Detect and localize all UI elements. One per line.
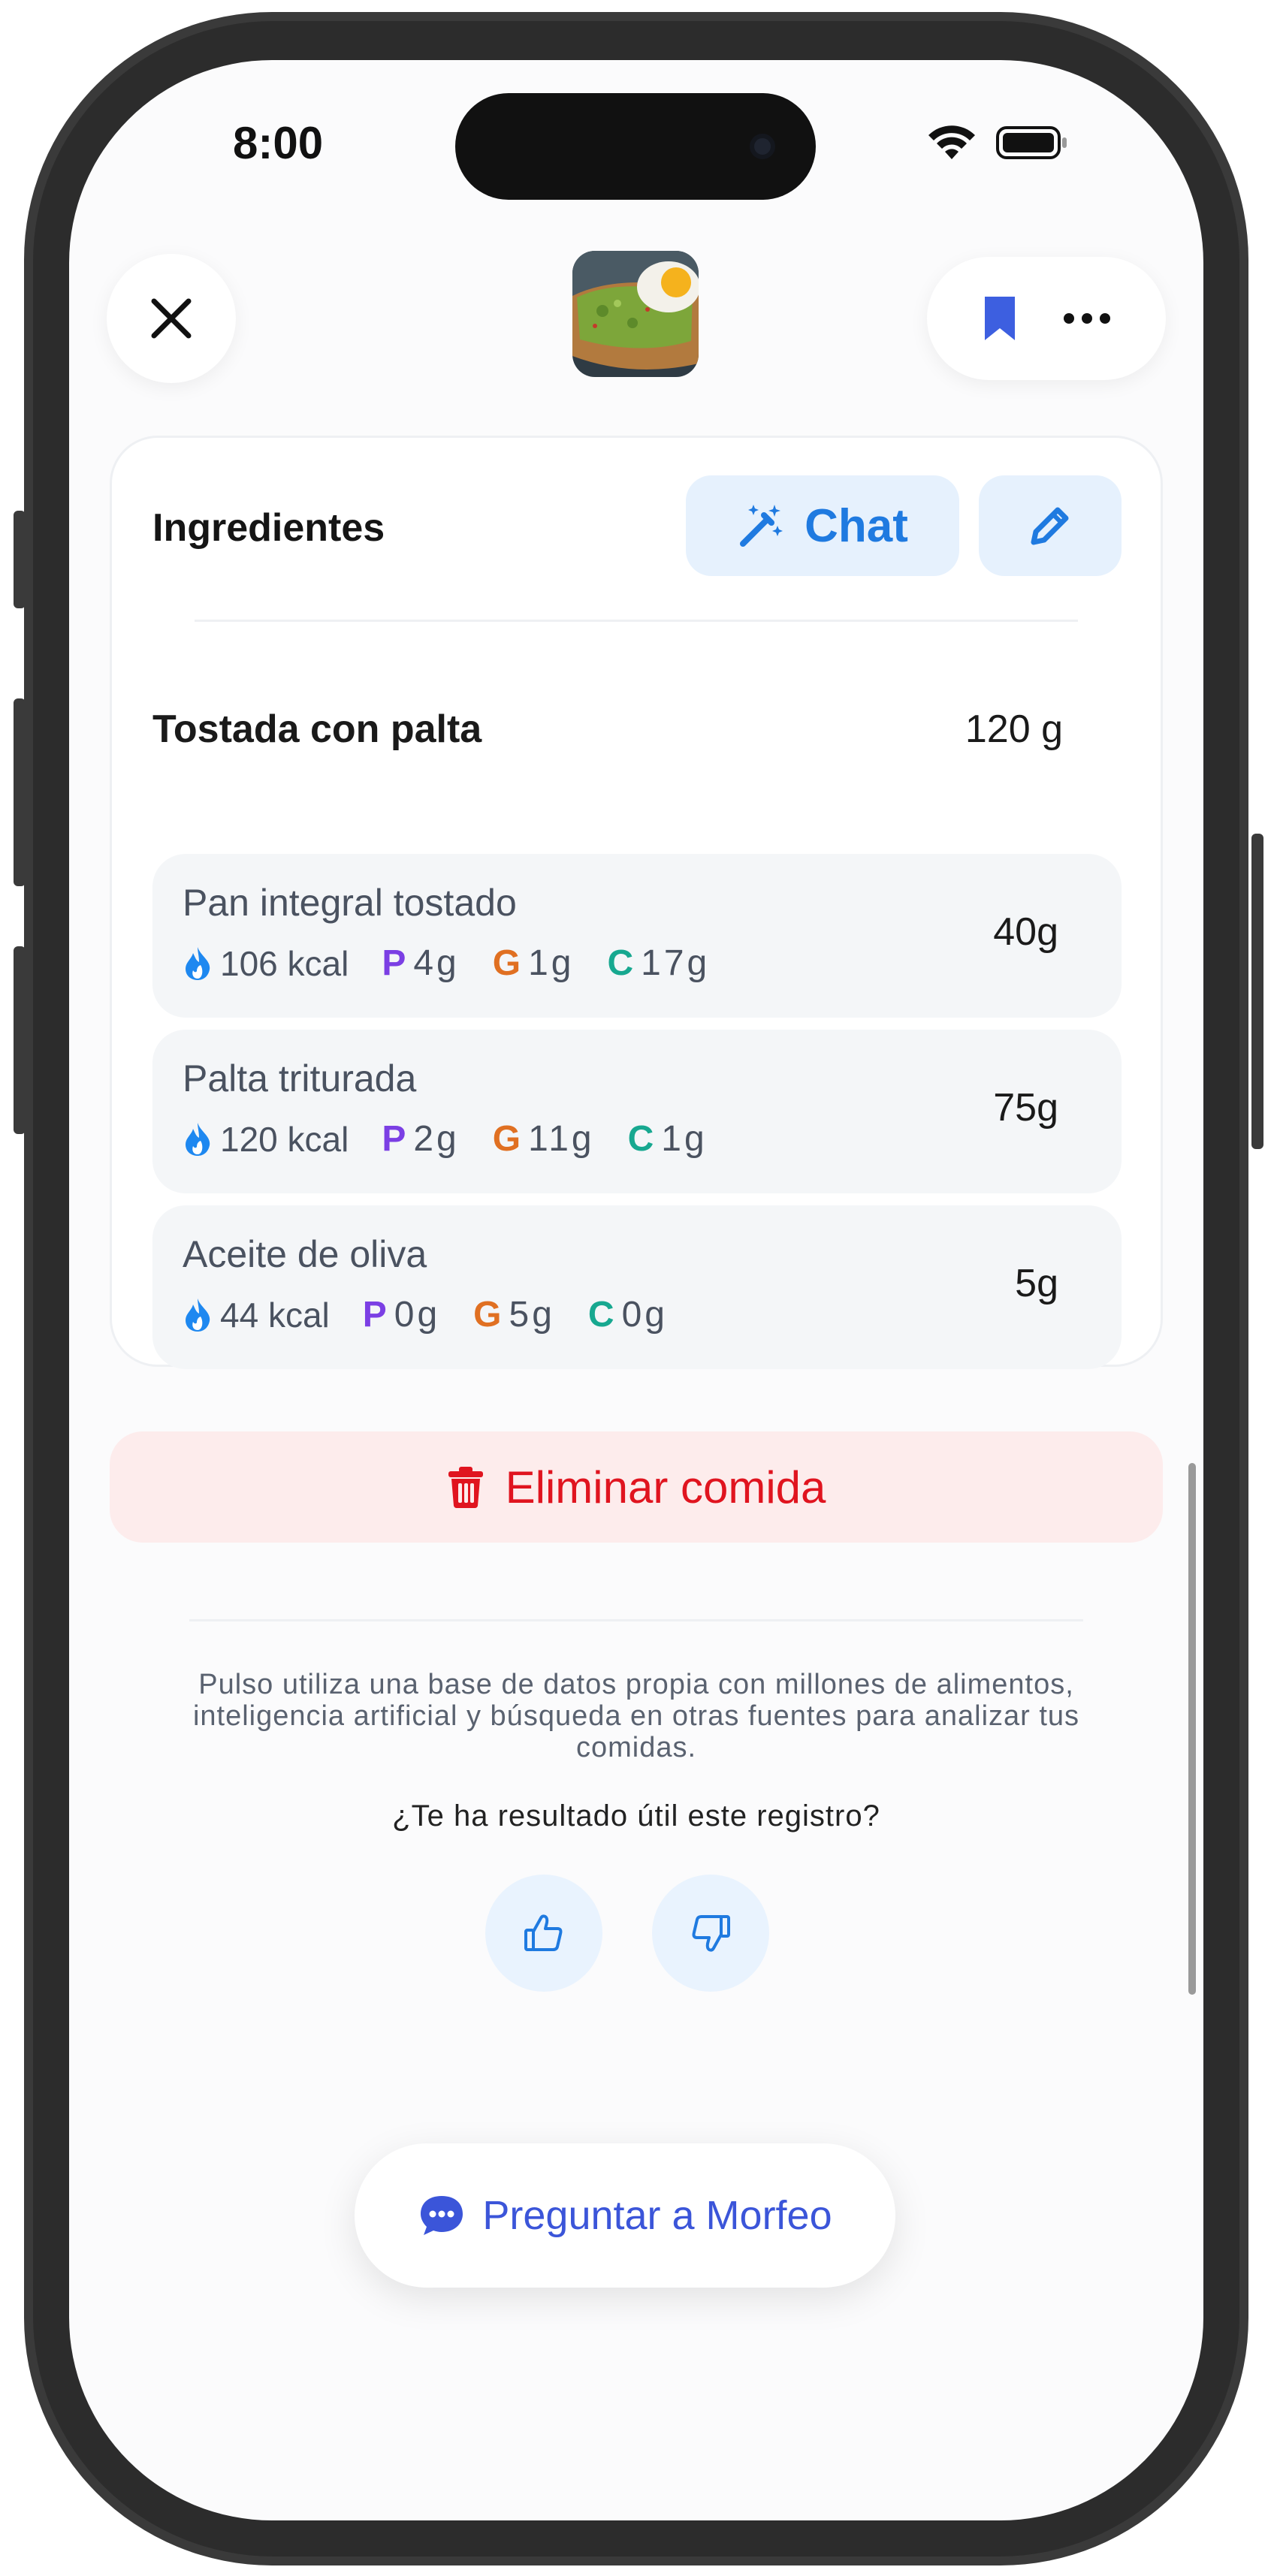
protein-letter: P — [382, 1119, 406, 1159]
disclaimer-text: Pulso utiliza una base de datos propia c… — [192, 1669, 1080, 1763]
camera-icon — [750, 134, 775, 159]
delete-meal-button[interactable]: Eliminar comida — [110, 1431, 1163, 1543]
scrollbar[interactable] — [1188, 1463, 1196, 1995]
fat-value: 5g — [509, 1295, 555, 1335]
fat-letter: G — [492, 943, 521, 983]
flame-icon — [186, 1298, 210, 1332]
recipe-group-weight: 120 g — [965, 707, 1063, 751]
pencil-icon — [1031, 507, 1069, 545]
kcal-text: 120 kcal — [220, 1119, 349, 1159]
ingredients-card: Ingredientes Chat Tostada con palta 120 … — [110, 436, 1163, 1369]
protein-value: 4g — [413, 943, 460, 983]
carbs-value: 0g — [621, 1295, 668, 1335]
fat-value: 11g — [528, 1119, 595, 1159]
ingredient-name: Aceite de oliva — [183, 1233, 427, 1275]
header-actions — [927, 257, 1166, 380]
ingredient-macros: 44 kcal P 0g G 5g C 0g — [183, 1294, 701, 1335]
chat-button-label: Chat — [805, 499, 908, 552]
more-icon[interactable] — [1063, 312, 1111, 324]
thumbs-down-button[interactable] — [652, 1875, 769, 1992]
fat-letter: G — [473, 1295, 502, 1335]
ingredient-row[interactable]: Aceite de oliva 5g 44 kcal P 0g G 5g C 0g — [152, 1205, 1122, 1369]
bookmark-icon[interactable] — [982, 294, 1018, 343]
protein-macro: P 2g — [382, 1118, 459, 1160]
protein-value: 2g — [413, 1119, 460, 1159]
avocado-toast-image — [572, 251, 699, 377]
volume-down-button — [14, 946, 26, 1134]
carbs-letter: C — [607, 943, 634, 983]
protein-letter: P — [382, 943, 406, 983]
close-button[interactable] — [107, 254, 236, 383]
fat-macro: G 11g — [493, 1118, 595, 1160]
carbs-macro: C 0g — [588, 1294, 668, 1335]
ingredient-row[interactable]: Pan integral tostado 40g 106 kcal P 4g G1… — [152, 854, 1122, 1018]
recipe-group-name: Tostada con palta — [152, 707, 482, 751]
battery-icon — [996, 126, 1067, 159]
status-time: 8:00 — [233, 118, 324, 168]
fat-macro: G 1g — [493, 943, 575, 984]
ingredients-title: Ingredientes — [152, 506, 385, 550]
carbs-letter: C — [587, 1295, 614, 1335]
wifi-icon — [928, 125, 975, 159]
thumbs-up-icon — [524, 1914, 563, 1951]
protein-value: 0g — [394, 1295, 441, 1335]
chat-button[interactable]: Chat — [686, 475, 959, 576]
edit-button[interactable] — [979, 475, 1122, 576]
section-divider — [189, 1619, 1083, 1621]
trash-icon — [448, 1467, 483, 1508]
ingredient-name: Palta triturada — [183, 1057, 417, 1099]
thumbs-down-icon — [692, 1915, 730, 1952]
fat-value: 1g — [528, 943, 575, 983]
carbs-macro: C 17g — [607, 943, 710, 984]
magic-wand-icon — [740, 505, 783, 547]
kcal-text: 44 kcal — [220, 1295, 330, 1335]
chat-bubble-icon — [421, 2196, 463, 2235]
protein-macro: P 4g — [382, 943, 459, 984]
action-button — [14, 511, 26, 608]
ask-morfeo-button[interactable]: Preguntar a Morfeo — [355, 2143, 895, 2288]
card-divider — [195, 620, 1078, 622]
ingredient-weight: 40g — [993, 910, 1058, 954]
status-icons — [927, 125, 1068, 161]
flame-icon — [186, 1122, 210, 1156]
feedback-question: ¿Te ha resultado útil este registro? — [392, 1799, 880, 1832]
ingredient-weight: 5g — [1015, 1262, 1058, 1305]
kcal-value: 120 kcal — [183, 1119, 349, 1160]
ingredient-weight: 75g — [993, 1086, 1058, 1130]
app-screen: 8:00 Ingredientes Chat Tostada con palta… — [69, 60, 1203, 2520]
ingredient-name: Pan integral tostado — [183, 882, 517, 924]
carbs-letter: C — [627, 1119, 654, 1159]
carbs-value: 17g — [641, 943, 711, 983]
flame-icon — [186, 946, 210, 980]
ingredient-macros: 120 kcal P 2g G 11g C 1g — [183, 1118, 741, 1160]
carbs-value: 1g — [661, 1119, 708, 1159]
kcal-value: 44 kcal — [183, 1295, 330, 1335]
kcal-value: 106 kcal — [183, 943, 349, 984]
close-icon — [151, 298, 192, 339]
power-button — [1251, 834, 1263, 1149]
volume-up-button — [14, 698, 26, 886]
dynamic-island — [455, 93, 816, 200]
meal-thumbnail — [572, 251, 699, 377]
fat-letter: G — [492, 1119, 521, 1159]
ingredient-macros: 106 kcal P 4g G 1g C 17g — [183, 943, 743, 984]
protein-letter: P — [362, 1295, 387, 1335]
thumbs-up-button[interactable] — [485, 1875, 602, 1992]
fat-macro: G 5g — [473, 1294, 555, 1335]
ingredient-row[interactable]: Palta triturada 75g 120 kcal P 2g G 11g C1… — [152, 1030, 1122, 1193]
ask-morfeo-label: Preguntar a Morfeo — [482, 2193, 832, 2238]
delete-meal-label: Eliminar comida — [505, 1461, 826, 1513]
kcal-text: 106 kcal — [220, 943, 349, 983]
protein-macro: P 0g — [363, 1294, 440, 1335]
carbs-macro: C 1g — [628, 1118, 708, 1160]
